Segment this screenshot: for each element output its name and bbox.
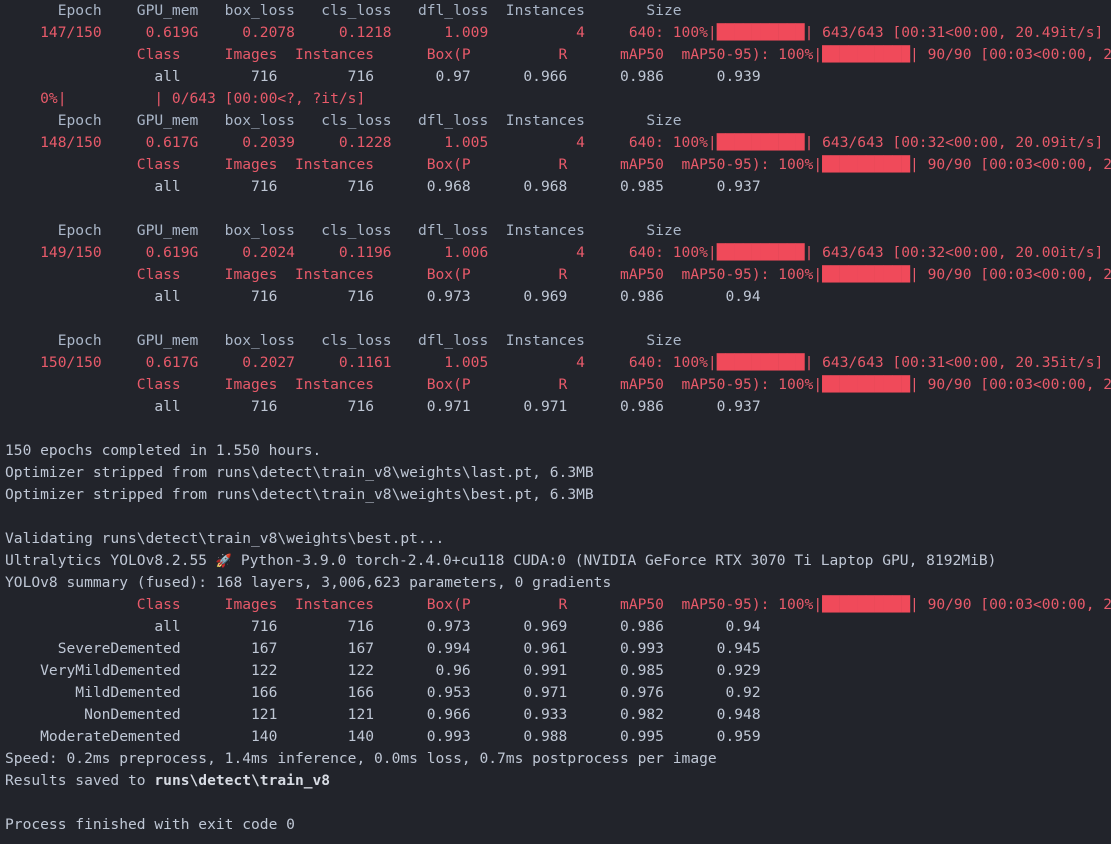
epoch-metrics: 148/150 0.617G 0.2039 0.1228 1.005 4 640…: [5, 134, 717, 151]
validating-text: Validating runs\detect\train_v8\weights\…: [5, 530, 445, 547]
rocket-icon: 🚀: [215, 554, 233, 569]
val-progress-stats: | 90/90 [00:03<00:00, 23.73it/s]: [910, 376, 1111, 393]
train-progress-bar: ██████████: [716, 244, 805, 261]
final-val-row-nondemented: NonDemented 121 121 0.966 0.933 0.982 0.…: [5, 706, 761, 723]
final-val-table-header: Class Images Instances Box(P R mAP50 mAP…: [5, 596, 823, 613]
train-progress-bar: ██████████: [716, 24, 805, 41]
environment-info-text: Python-3.9.0 torch-2.4.0+cu118 CUDA:0 (N…: [232, 552, 997, 569]
val-table-header: Class Images Instances Box(P R mAP50 mAP…: [5, 376, 823, 393]
model-summary-text: YOLOv8 summary (fused): 168 layers, 3,00…: [5, 574, 612, 591]
epoch-table-header: Epoch GPU_mem box_loss cls_loss dfl_loss…: [5, 222, 682, 239]
speed-text: Speed: 0.2ms preprocess, 1.4ms inference…: [5, 750, 717, 767]
optimizer-last-line: Optimizer stripped from runs\detect\trai…: [0, 462, 1111, 484]
final-val-row: SevereDemented 167 167 0.994 0.961 0.993…: [0, 638, 1111, 660]
ultralytics-version-text: Ultralytics YOLOv8.2.55: [5, 552, 216, 569]
epochs-completed-line: 150 epochs completed in 1.550 hours.: [0, 440, 1111, 462]
train-progress-stats: | 643/643 [00:31<00:00, 20.35it/s]: [804, 354, 1104, 371]
val-header-row-3: Class Images Instances Box(P R mAP50 mAP…: [0, 374, 1111, 396]
partial-progress-bar: 0%| | 0/643 [00:00<?, ?it/s]: [5, 90, 366, 107]
final-val-row-verymilddemented: VeryMildDemented 122 122 0.96 0.991 0.98…: [5, 662, 761, 679]
epoch-values-row-0: 147/150 0.619G 0.2078 0.1218 1.009 4 640…: [0, 22, 1111, 44]
val-table-header: Class Images Instances Box(P R mAP50 mAP…: [5, 266, 823, 283]
terminal-console[interactable]: Epoch GPU_mem box_loss cls_loss dfl_loss…: [0, 0, 1111, 844]
final-val-row-all: all 716 716 0.973 0.969 0.986 0.94: [5, 618, 761, 635]
final-val-row: all 716 716 0.973 0.969 0.986 0.94: [0, 616, 1111, 638]
epoch-table-header: Epoch GPU_mem box_loss cls_loss dfl_loss…: [5, 112, 682, 129]
train-progress-bar: ██████████: [716, 134, 805, 151]
epoch-values-row-3: 150/150 0.617G 0.2027 0.1161 1.005 4 640…: [0, 352, 1111, 374]
val-progress-bar: ██████████: [822, 156, 910, 173]
final-val-row-severedemented: SevereDemented 167 167 0.994 0.961 0.993…: [5, 640, 761, 657]
val-all-row-2: all 716 716 0.973 0.969 0.986 0.94: [0, 286, 1111, 308]
train-progress-bar: ██████████: [716, 354, 805, 371]
epoch-metrics: 149/150 0.619G 0.2024 0.1196 1.006 4 640…: [5, 244, 717, 261]
final-val-progress-bar: ██████████: [822, 596, 910, 613]
results-saved-label: Results saved to: [5, 772, 155, 789]
epoch-values-row-2: 149/150 0.619G 0.2024 0.1196 1.006 4 640…: [0, 242, 1111, 264]
epochs-completed-text: 150 epochs completed in 1.550 hours.: [5, 442, 322, 459]
epoch-table-header: Epoch GPU_mem box_loss cls_loss dfl_loss…: [5, 332, 682, 349]
speed-line: Speed: 0.2ms preprocess, 1.4ms inference…: [0, 748, 1111, 770]
train-progress-stats: | 643/643 [00:32<00:00, 20.09it/s]: [804, 134, 1104, 151]
val-all-row-3: all 716 716 0.971 0.971 0.986 0.937: [0, 396, 1111, 418]
epoch-header-row-3: Epoch GPU_mem box_loss cls_loss dfl_loss…: [0, 330, 1111, 352]
final-val-row: VeryMildDemented 122 122 0.96 0.991 0.98…: [0, 660, 1111, 682]
final-val-progress-stats: | 90/90 [00:03<00:00, 27.72it/s]: [910, 596, 1111, 613]
val-table-header: Class Images Instances Box(P R mAP50 mAP…: [5, 46, 823, 63]
final-val-row-milddemented: MildDemented 166 166 0.953 0.971 0.976 0…: [5, 684, 761, 701]
val-progress-stats: | 90/90 [00:03<00:00, 23.62it/s]: [910, 46, 1111, 63]
val-header-row-2: Class Images Instances Box(P R mAP50 mAP…: [0, 264, 1111, 286]
val-progress-stats: | 90/90 [00:03<00:00, 23.88it/s]: [910, 266, 1111, 283]
val-table-header: Class Images Instances Box(P R mAP50 mAP…: [5, 156, 823, 173]
process-finished-text: Process finished with exit code 0: [5, 816, 295, 833]
results-saved-line: Results saved to runs\detect\train_v8: [0, 770, 1111, 792]
epoch-header-row-2: Epoch GPU_mem box_loss cls_loss dfl_loss…: [0, 220, 1111, 242]
epoch-metrics: 147/150 0.619G 0.2078 0.1218 1.009 4 640…: [5, 24, 717, 41]
train-progress-stats: | 643/643 [00:31<00:00, 20.49it/s]: [804, 24, 1104, 41]
epoch-table-header: Epoch GPU_mem box_loss cls_loss dfl_loss…: [5, 2, 682, 19]
val-all-metrics: all 716 716 0.971 0.971 0.986 0.937: [5, 398, 761, 415]
validating-line: Validating runs\detect\train_v8\weights\…: [0, 528, 1111, 550]
val-progress-stats: | 90/90 [00:03<00:00, 23.48it/s]: [910, 156, 1111, 173]
results-path: runs\detect\train_v8: [154, 772, 331, 789]
optimizer-best-text: Optimizer stripped from runs\detect\trai…: [5, 486, 594, 503]
epoch-values-row-1: 148/150 0.617G 0.2039 0.1228 1.005 4 640…: [0, 132, 1111, 154]
partial-progress-line: 0%| | 0/643 [00:00<?, ?it/s]: [0, 88, 1111, 110]
epoch-header-row-1: Epoch GPU_mem box_loss cls_loss dfl_loss…: [0, 110, 1111, 132]
val-progress-bar: ██████████: [822, 266, 910, 283]
optimizer-last-text: Optimizer stripped from runs\detect\trai…: [5, 464, 594, 481]
process-finished-line: Process finished with exit code 0: [0, 814, 1111, 836]
val-all-metrics: all 716 716 0.973 0.969 0.986 0.94: [5, 288, 761, 305]
final-val-row: NonDemented 121 121 0.966 0.933 0.982 0.…: [0, 704, 1111, 726]
val-header-row-1: Class Images Instances Box(P R mAP50 mAP…: [0, 154, 1111, 176]
optimizer-best-line: Optimizer stripped from runs\detect\trai…: [0, 484, 1111, 506]
val-all-metrics: all 716 716 0.968 0.968 0.985 0.937: [5, 178, 761, 195]
val-all-row-1: all 716 716 0.968 0.968 0.985 0.937: [0, 176, 1111, 198]
epoch-metrics: 150/150 0.617G 0.2027 0.1161 1.005 4 640…: [5, 354, 717, 371]
final-val-header-row: Class Images Instances Box(P R mAP50 mAP…: [0, 594, 1111, 616]
final-val-row: ModerateDemented 140 140 0.993 0.988 0.9…: [0, 726, 1111, 748]
val-all-row-0: all 716 716 0.97 0.966 0.986 0.939: [0, 66, 1111, 88]
model-summary-line: YOLOv8 summary (fused): 168 layers, 3,00…: [0, 572, 1111, 594]
final-val-row-moderatedemented: ModerateDemented 140 140 0.993 0.988 0.9…: [5, 728, 761, 745]
train-progress-stats: | 643/643 [00:32<00:00, 20.00it/s]: [804, 244, 1104, 261]
final-val-row: MildDemented 166 166 0.953 0.971 0.976 0…: [0, 682, 1111, 704]
ultralytics-version-line: Ultralytics YOLOv8.2.55 🚀 Python-3.9.0 t…: [0, 550, 1111, 572]
val-progress-bar: ██████████: [822, 376, 910, 393]
val-progress-bar: ██████████: [822, 46, 910, 63]
val-all-metrics: all 716 716 0.97 0.966 0.986 0.939: [5, 68, 761, 85]
val-header-row-0: Class Images Instances Box(P R mAP50 mAP…: [0, 44, 1111, 66]
epoch-header-row-0: Epoch GPU_mem box_loss cls_loss dfl_loss…: [0, 0, 1111, 22]
